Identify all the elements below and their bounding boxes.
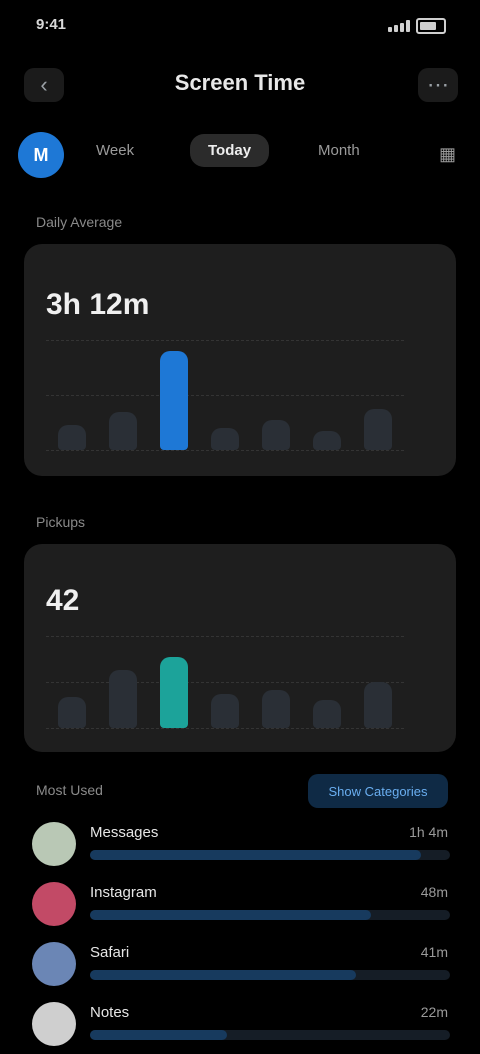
avatar[interactable]: M: [18, 132, 64, 178]
system-icons: [388, 18, 446, 34]
pickups-bar[interactable]: [364, 682, 393, 728]
pickups-gridline: [46, 682, 404, 683]
status-bar: 9:41: [0, 0, 480, 54]
daily-gridline: [46, 450, 404, 451]
daily-bar[interactable]: [108, 411, 137, 450]
segment-tabs: M Week Today Month ▦: [0, 118, 480, 194]
tab-month[interactable]: Month: [318, 142, 360, 159]
usage-bar: [90, 910, 371, 920]
pickups-bar[interactable]: [262, 689, 291, 728]
app-name: Instagram: [90, 884, 157, 901]
app-time: 48m: [420, 884, 448, 900]
daily-gridline: [46, 395, 404, 396]
daily-chart: [46, 340, 434, 451]
nav-header: ‹ Screen Time ⋯: [0, 54, 480, 114]
signal-icon: [388, 20, 410, 32]
most-used-header: Most Used Show Categories: [24, 774, 456, 808]
pickups-chart: [46, 636, 434, 729]
daily-bar[interactable]: [313, 430, 342, 450]
status-time: 9:41: [36, 16, 67, 33]
pickups-bar[interactable]: [159, 657, 188, 728]
show-categories-button[interactable]: Show Categories: [308, 774, 448, 808]
app-name: Safari: [90, 944, 130, 961]
daily-bar[interactable]: [364, 408, 393, 450]
daily-bar[interactable]: [211, 428, 239, 450]
app-icon: [32, 942, 76, 986]
page-title: Screen Time: [174, 70, 306, 95]
more-icon: ⋯: [427, 72, 449, 97]
app-time: 41m: [420, 944, 448, 960]
app-icon: [32, 882, 76, 926]
daily-section-label: Daily Average: [36, 214, 123, 230]
daily-bar[interactable]: [57, 425, 86, 450]
app-icon: [32, 1002, 76, 1046]
pickups-bar[interactable]: [211, 694, 239, 728]
usage-bar: [90, 850, 422, 860]
pickups-bar[interactable]: [57, 697, 86, 728]
pickups-gridline: [46, 728, 404, 729]
pickups-section-label: Pickups: [36, 514, 86, 530]
pickups-value: 42: [46, 584, 80, 617]
app-name: Notes: [90, 1004, 130, 1021]
pickups-bar[interactable]: [313, 700, 342, 728]
pickups-card[interactable]: 42: [24, 544, 456, 752]
daily-average-card[interactable]: 3h 12m: [24, 244, 456, 476]
app-row[interactable]: Messages 1h 4m: [24, 814, 456, 874]
app-row[interactable]: Instagram 48m: [24, 874, 456, 934]
app-icon: [32, 822, 76, 866]
most-used-label: Most Used: [36, 782, 103, 798]
app-time: 1h 4m: [409, 824, 448, 840]
more-button[interactable]: ⋯: [418, 68, 458, 102]
usage-bar: [90, 970, 357, 980]
app-name: Messages: [90, 824, 159, 841]
app-time: 22m: [420, 1004, 448, 1020]
daily-bar[interactable]: [159, 351, 188, 450]
usage-bar: [90, 1030, 227, 1040]
battery-icon: [416, 18, 446, 34]
daily-gridline: [46, 340, 404, 341]
daily-bar[interactable]: [262, 419, 291, 450]
tab-today[interactable]: Today: [190, 134, 270, 167]
pickups-bar[interactable]: [108, 669, 137, 728]
calendar-icon[interactable]: ▦: [439, 144, 456, 165]
pickups-gridline: [46, 636, 404, 637]
daily-average-value: 3h 12m: [46, 288, 150, 321]
app-row[interactable]: Safari 41m: [24, 934, 456, 994]
tab-week[interactable]: Week: [96, 142, 134, 159]
app-row[interactable]: Notes 22m: [24, 994, 456, 1054]
